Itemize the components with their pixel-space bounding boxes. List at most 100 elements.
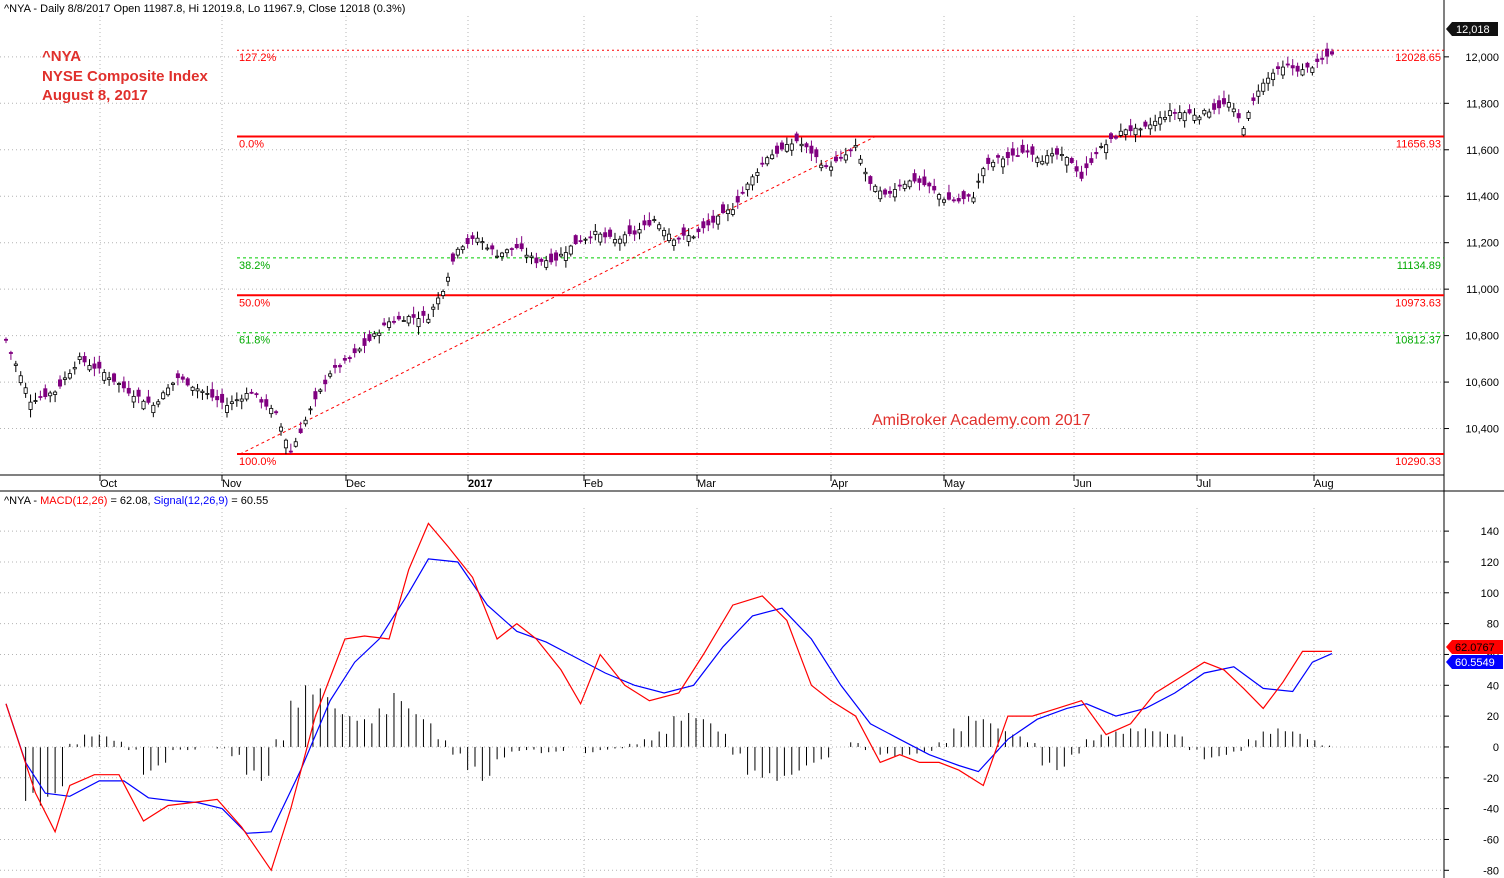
- candle-body: [406, 316, 411, 324]
- candle-body: [200, 390, 205, 393]
- candle-body: [779, 142, 784, 150]
- candle-body: [809, 145, 814, 154]
- candle-body: [490, 245, 495, 250]
- candle-body: [1256, 90, 1261, 97]
- candle-body: [239, 398, 244, 402]
- fib-level-label: 61.8%: [239, 335, 270, 347]
- candle-body: [293, 441, 298, 447]
- candle-body: [622, 234, 627, 244]
- candle-body: [784, 144, 789, 152]
- candle-body: [504, 249, 509, 254]
- candle-body: [426, 318, 431, 323]
- candle-body: [578, 240, 583, 243]
- candle-body: [1285, 63, 1290, 66]
- candle-body: [387, 321, 392, 328]
- candle-body: [721, 204, 726, 213]
- x-tick-label: Feb: [584, 478, 603, 490]
- candle-body: [770, 154, 775, 160]
- candle-body: [151, 404, 156, 414]
- candle-body: [126, 387, 131, 394]
- candle-body: [166, 387, 171, 396]
- candle-body: [33, 400, 38, 402]
- price-y-tick-label: 11,200: [1466, 238, 1499, 250]
- candle-body: [161, 392, 166, 400]
- x-tick-label: Jul: [1197, 478, 1211, 490]
- candle-body: [696, 228, 701, 233]
- candle-body: [529, 255, 534, 258]
- candle-body: [725, 209, 730, 214]
- candle-body: [470, 235, 475, 239]
- candle-body: [67, 373, 72, 379]
- candle-body: [868, 176, 873, 184]
- candle-body: [1123, 129, 1128, 136]
- candle-body: [1113, 136, 1118, 139]
- candle-body: [667, 233, 672, 241]
- candle-body: [279, 426, 284, 432]
- candle-body: [956, 198, 961, 202]
- candle-body: [637, 229, 642, 234]
- candle-body: [1266, 77, 1271, 84]
- fib-value-label: 10290.33: [1395, 456, 1441, 468]
- candle-body: [549, 253, 554, 263]
- price-y-tick-label: 10,800: [1465, 331, 1499, 343]
- chart-title-line-1: ^NYA: [42, 48, 81, 65]
- candle-body: [671, 239, 676, 246]
- candle-body: [573, 235, 578, 245]
- candle-body: [382, 322, 387, 326]
- candle-body: [190, 386, 195, 391]
- candle-body: [28, 401, 33, 410]
- candle-body: [681, 227, 686, 236]
- candle-body: [942, 199, 947, 203]
- candle-body: [224, 405, 229, 413]
- candle-body: [185, 378, 190, 386]
- macd-value-tag: 62.0767: [1446, 640, 1503, 654]
- candle-body: [175, 373, 180, 379]
- candle-body: [1133, 127, 1138, 136]
- price-info-text: ^NYA - Daily 8/8/2017 Open 11987.8, Hi 1…: [4, 3, 405, 15]
- candle-body: [23, 387, 28, 394]
- candle-body: [1177, 112, 1182, 119]
- candle-body: [706, 220, 711, 226]
- price-y-tick-label: 12,000: [1465, 52, 1499, 64]
- candle-body: [274, 411, 279, 414]
- signal-value-tag: 60.5549: [1446, 655, 1503, 669]
- candle-body: [180, 376, 185, 380]
- candle-body: [156, 401, 161, 405]
- candle-body: [1325, 48, 1330, 57]
- candle-body: [878, 190, 883, 200]
- candle-body: [1010, 148, 1015, 156]
- candle-body: [1271, 72, 1276, 81]
- macd-header: ^NYA - MACD(12,26) = 62.08, Signal(12,26…: [4, 495, 268, 507]
- candle-body: [804, 143, 809, 148]
- candle-body: [937, 194, 942, 200]
- candle-body: [1089, 158, 1094, 163]
- candle-body: [1172, 112, 1177, 114]
- candle-body: [730, 209, 735, 215]
- candle-body: [760, 162, 765, 165]
- fib-value-label: 10973.63: [1395, 297, 1441, 309]
- candle-body: [495, 255, 500, 258]
- candle-body: [1275, 66, 1280, 70]
- candle-body: [593, 230, 598, 235]
- candle-body: [563, 252, 568, 261]
- macd-y-tick-label: 0: [1493, 742, 1499, 754]
- fib-level-label: 127.2%: [239, 52, 277, 64]
- candle-body: [814, 149, 819, 158]
- chart-canvas: 127.2% 12028.65 0.0% 11656.93 38.2% 11134.89 5…: [0, 0, 1504, 878]
- x-tick-label: Nov: [222, 478, 242, 490]
- candle-body: [642, 220, 647, 226]
- candle-body: [136, 389, 141, 397]
- price-y-tick-label: 11,800: [1466, 98, 1499, 110]
- candle-body: [1202, 110, 1207, 115]
- macd-y-tick-label: 120: [1481, 557, 1499, 569]
- x-tick-label: Mar: [697, 478, 716, 490]
- candle-body: [765, 157, 770, 165]
- candle-body: [1000, 158, 1005, 168]
- candle-body: [328, 373, 333, 377]
- candle-body: [229, 401, 234, 404]
- price-y-tick-label: 11,600: [1466, 145, 1499, 157]
- candle-body: [475, 237, 480, 243]
- x-tick-label: Aug: [1314, 478, 1334, 490]
- candle-body: [259, 399, 264, 403]
- candle-body: [686, 235, 691, 242]
